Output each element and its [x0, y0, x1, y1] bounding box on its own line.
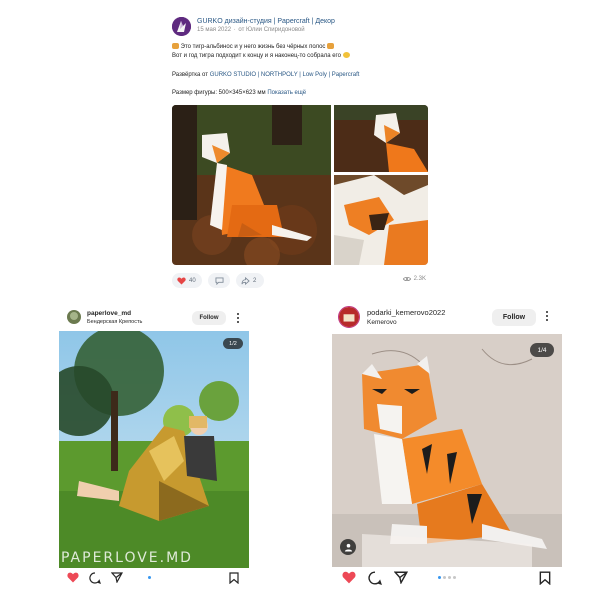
white-tiger-forest-photo: [172, 105, 331, 265]
vk-author-name[interactable]: GURKO дизайн-студия | Papercraft | Декор: [197, 18, 335, 25]
carousel-dot: [148, 576, 151, 579]
tiger-emoji-icon: [327, 43, 335, 49]
bookmark-icon[interactable]: [539, 571, 551, 585]
ig-post-right: podarki_kemerovo2022 Kemerovo Follow 1/4: [332, 301, 562, 591]
vk-photo-main[interactable]: [172, 105, 331, 265]
share-icon[interactable]: [111, 572, 123, 583]
avatar-photo: [339, 307, 359, 327]
comment-icon: [215, 276, 223, 285]
avatar[interactable]: [67, 310, 81, 324]
vk-text-line-1-content: Это тигр-альбинос и у него жизнь без чёр…: [180, 44, 326, 50]
vk-post-date: 15 мая 2022 · от Юлии Спиридоновой: [197, 27, 305, 33]
vk-view-count: 2.3K: [413, 276, 426, 282]
ig-location[interactable]: Бендерская Крепость: [87, 319, 142, 325]
vk-date-value: 15 мая 2022: [197, 27, 232, 33]
ig-location[interactable]: Kemerovo: [367, 319, 397, 326]
heart-icon: [177, 276, 186, 285]
carousel-dots: [438, 576, 456, 579]
avatar[interactable]: [338, 306, 360, 328]
vk-photo-2[interactable]: [334, 105, 428, 172]
vk-text-size: Размер фигуры: 500×345×623 мм Показать е…: [172, 89, 306, 97]
vk-post-header: GURKO дизайн-студия | Papercraft | Декор…: [172, 15, 428, 39]
vk-like-button[interactable]: 40: [172, 273, 202, 288]
ig-username[interactable]: paperlove_md: [87, 310, 131, 317]
follow-button[interactable]: Follow: [492, 309, 536, 326]
ig-post-header: podarki_kemerovo2022 Kemerovo Follow: [332, 301, 562, 329]
golden-tiger-park-photo: [59, 331, 249, 568]
ig-action-bar: [332, 571, 562, 585]
ig-username[interactable]: podarki_kemerovo2022: [367, 308, 445, 317]
ig-action-bar: [59, 572, 249, 586]
avatar-photo: [67, 310, 81, 324]
tagged-user-icon[interactable]: [340, 539, 356, 555]
vk-text-scan: Развёртка от GURKO STUDIO | NORTHPOLY | …: [172, 71, 359, 79]
white-tiger-head-photo: [334, 105, 428, 172]
vk-photo-3[interactable]: [334, 175, 428, 265]
ig-post-header: paperlove_md Бендерская Крепость Follow: [59, 306, 249, 334]
vk-repost-count: 2: [253, 277, 257, 284]
vk-text-line-2: Вот и год тигра подходит к концу и я нак…: [172, 52, 350, 60]
carousel-dot: [453, 576, 456, 579]
watermark-text: PAPERLOVE.MD: [61, 550, 193, 566]
eye-icon: [402, 276, 411, 282]
bookmark-icon[interactable]: [229, 572, 239, 584]
carousel-dot: [438, 576, 441, 579]
ig-photo[interactable]: [59, 331, 249, 568]
vk-date-author[interactable]: от Юлии Спиридоновой: [238, 27, 304, 33]
vk-show-more-link[interactable]: Показать ещё: [267, 90, 306, 96]
vk-scan-prefix: Развёртка от: [172, 72, 209, 78]
vk-size-text: Размер фигуры: 500×345×623 мм: [172, 90, 266, 96]
smile-emoji-icon: [342, 52, 350, 58]
carousel-dot: [448, 576, 451, 579]
ig-photo[interactable]: [332, 334, 562, 567]
vk-text-line-1: Это тигр-альбинос и у него жизнь без чёр…: [172, 43, 335, 51]
vk-like-count: 40: [189, 277, 196, 284]
comment-icon[interactable]: [89, 572, 101, 584]
person-icon: [344, 543, 352, 552]
comment-icon[interactable]: [368, 571, 382, 585]
vk-text-line-2-content: Вот и год тигра подходит к концу и я нак…: [172, 53, 341, 59]
vk-author-avatar[interactable]: [172, 17, 191, 36]
more-options-icon[interactable]: [237, 313, 239, 323]
follow-button[interactable]: Follow: [192, 311, 226, 325]
share-arrow-icon: [241, 276, 250, 285]
vk-scan-link[interactable]: GURKO STUDIO | NORTHPOLY | Low Poly | Pa…: [210, 72, 360, 78]
more-options-icon[interactable]: [546, 311, 548, 321]
white-tiger-closeup-photo: [334, 175, 428, 265]
carousel-counter: 1/2: [223, 338, 243, 349]
vk-repost-button[interactable]: 2: [236, 273, 264, 288]
orange-tiger-papercraft-photo: [332, 334, 562, 567]
carousel-dots: [148, 576, 151, 579]
vk-views: 2.3K: [402, 276, 426, 282]
tiger-emoji-icon: [172, 43, 179, 49]
vk-comment-button[interactable]: [208, 273, 230, 288]
share-icon[interactable]: [394, 571, 408, 584]
heart-icon[interactable]: [67, 572, 79, 583]
vk-action-bar: 40 2 2.3K: [172, 273, 428, 289]
heart-icon[interactable]: [342, 571, 356, 584]
tiger-logo-icon: [172, 17, 191, 36]
ig-post-left: paperlove_md Бендерская Крепость Follow: [59, 306, 249, 588]
vk-post: GURKO дизайн-студия | Papercraft | Декор…: [172, 15, 428, 291]
carousel-counter: 1/4: [530, 343, 554, 357]
vk-photo-grid: [172, 105, 428, 265]
vk-date-separator: ·: [233, 27, 236, 33]
carousel-dot: [443, 576, 446, 579]
